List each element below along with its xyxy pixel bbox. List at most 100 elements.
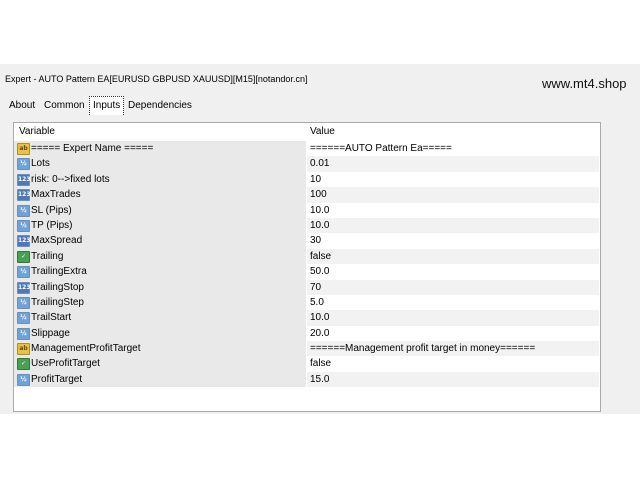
variable-value: 15.0 <box>310 373 330 385</box>
variable-name: TP (Pips) <box>31 219 73 231</box>
variable-name: Trailing <box>31 250 64 262</box>
table-row[interactable]: 123 MaxSpread 30 <box>14 233 600 249</box>
integer-type-icon: 123 <box>17 281 31 294</box>
variable-value: 70 <box>310 281 322 293</box>
double-type-icon: ½ <box>17 312 30 325</box>
variable-name: TrailStart <box>31 312 72 324</box>
integer-type-icon: 123 <box>17 235 31 248</box>
variable-cell: ½ TrailingExtra <box>14 264 306 280</box>
tab-common[interactable]: Common <box>41 98 88 114</box>
column-header-value[interactable]: Value <box>310 123 335 140</box>
variable-cell: ✓ UseProfitTarget <box>14 356 306 372</box>
column-header-variable[interactable]: Variable <box>19 123 55 140</box>
variable-value: false <box>310 358 332 370</box>
string-type-icon: ab <box>17 143 30 155</box>
value-cell[interactable]: 30 <box>307 233 599 249</box>
variable-name: MaxTrades <box>31 189 81 201</box>
double-type-icon: ½ <box>17 266 30 279</box>
dialog-title: Expert - AUTO Pattern EA[EURUSD GBPUSD X… <box>5 74 308 84</box>
variable-name: ProfitTarget <box>31 373 83 385</box>
variable-cell: 123 risk: 0-->fixed lots <box>14 171 306 188</box>
variable-cell: ab ManagementProfitTarget <box>14 341 306 357</box>
variable-value: ======Management profit target in money=… <box>310 343 536 355</box>
variable-cell: 123 MaxTrades <box>14 187 306 203</box>
table-row[interactable]: ½ Slippage 20.0 <box>14 325 600 342</box>
value-cell[interactable]: false <box>307 356 599 372</box>
table-row[interactable]: ½ Lots 0.01 <box>14 156 600 172</box>
table-row[interactable]: ½ ProfitTarget 15.0 <box>14 371 600 388</box>
variable-value: 100 <box>310 189 327 201</box>
tab-inputs[interactable]: Inputs <box>89 96 125 115</box>
value-cell[interactable]: 100 <box>307 187 599 203</box>
variable-value: ======AUTO Pattern Ea===== <box>310 143 452 154</box>
variable-value: 20.0 <box>310 327 330 339</box>
table-row[interactable]: ✓ UseProfitTarget false <box>14 356 600 372</box>
variable-value: 10 <box>310 173 322 185</box>
table-row[interactable]: ✓ Trailing false <box>14 248 600 265</box>
value-cell[interactable]: 10.0 <box>307 217 599 234</box>
string-type-icon: ab <box>17 343 30 356</box>
variable-value: 10.0 <box>310 312 330 324</box>
variable-name: MaxSpread <box>31 235 83 247</box>
table-row[interactable]: ½ SL (Pips) 10.0 <box>14 202 600 218</box>
variable-cell: ½ TrailStart <box>14 310 306 326</box>
value-cell[interactable]: ======Management profit target in money=… <box>307 341 599 357</box>
double-type-icon: ½ <box>17 373 30 386</box>
value-cell[interactable]: 15.0 <box>307 371 599 388</box>
variable-name: Slippage <box>31 327 70 339</box>
variable-cell: ½ Lots <box>14 156 306 172</box>
table-row[interactable]: ab ===== Expert Name ===== ======AUTO Patt… <box>14 141 600 157</box>
value-cell[interactable]: 10.0 <box>307 310 599 326</box>
variable-cell: 123 MaxSpread <box>14 233 306 249</box>
double-type-icon: ½ <box>17 219 30 232</box>
table-row[interactable]: 123 risk: 0-->fixed lots 10 <box>14 171 600 188</box>
variable-value: 30 <box>310 235 322 247</box>
boolean-type-icon: ✓ <box>17 358 30 371</box>
value-cell[interactable]: 10 <box>307 171 599 188</box>
integer-type-icon: 123 <box>17 189 31 202</box>
watermark-text: www.mt4.shop <box>542 76 627 91</box>
double-type-icon: ½ <box>17 158 30 171</box>
table-row[interactable]: ½ TrailingExtra 50.0 <box>14 264 600 280</box>
variable-cell: ½ ProfitTarget <box>14 371 306 388</box>
variable-value: 10.0 <box>310 219 330 231</box>
variable-cell: 123 TrailingStop <box>14 279 306 295</box>
value-cell[interactable]: false <box>307 248 599 265</box>
value-cell[interactable]: 0.01 <box>307 156 599 172</box>
variable-cell: ½ SL (Pips) <box>14 202 306 218</box>
table-header: Variable Value <box>14 123 600 140</box>
integer-type-icon: 123 <box>17 173 31 186</box>
table-row[interactable]: ab ManagementProfitTarget ======Management… <box>14 341 600 357</box>
boolean-type-icon: ✓ <box>17 250 30 263</box>
value-cell[interactable]: ======AUTO Pattern Ea===== <box>307 141 599 157</box>
tab-dependencies[interactable]: Dependencies <box>125 98 195 114</box>
variable-name: TrailingStep <box>31 296 84 308</box>
inputs-table: Variable Value ab ===== Expert Name =====… <box>13 122 601 412</box>
variable-cell: ½ Slippage <box>14 325 306 342</box>
table-row[interactable]: ½ TP (Pips) 10.0 <box>14 217 600 234</box>
table-row[interactable]: 123 TrailingStop 70 <box>14 279 600 295</box>
double-type-icon: ½ <box>17 296 30 309</box>
double-type-icon: ½ <box>17 204 30 217</box>
variable-cell: ½ TP (Pips) <box>14 217 306 234</box>
table-row[interactable]: 123 MaxTrades 100 <box>14 187 600 203</box>
table-row[interactable]: ½ TrailingStep 5.0 <box>14 294 600 311</box>
variable-name: SL (Pips) <box>31 204 72 216</box>
variable-cell: ✓ Trailing <box>14 248 306 265</box>
value-cell[interactable]: 10.0 <box>307 202 599 218</box>
value-cell[interactable]: 5.0 <box>307 294 599 311</box>
variable-value: 50.0 <box>310 266 330 278</box>
variable-value: 5.0 <box>310 296 324 308</box>
value-cell[interactable]: 50.0 <box>307 264 599 280</box>
tab-about[interactable]: About <box>6 98 38 114</box>
variable-cell: ½ TrailingStep <box>14 294 306 311</box>
variable-value: 10.0 <box>310 204 330 216</box>
variable-name: UseProfitTarget <box>31 358 100 370</box>
variable-value: false <box>310 250 332 262</box>
variable-name: ===== Expert Name ===== <box>31 143 154 154</box>
variable-name: TrailingExtra <box>31 266 87 278</box>
value-cell[interactable]: 20.0 <box>307 325 599 342</box>
double-type-icon: ½ <box>17 327 30 340</box>
value-cell[interactable]: 70 <box>307 279 599 295</box>
table-row[interactable]: ½ TrailStart 10.0 <box>14 310 600 326</box>
